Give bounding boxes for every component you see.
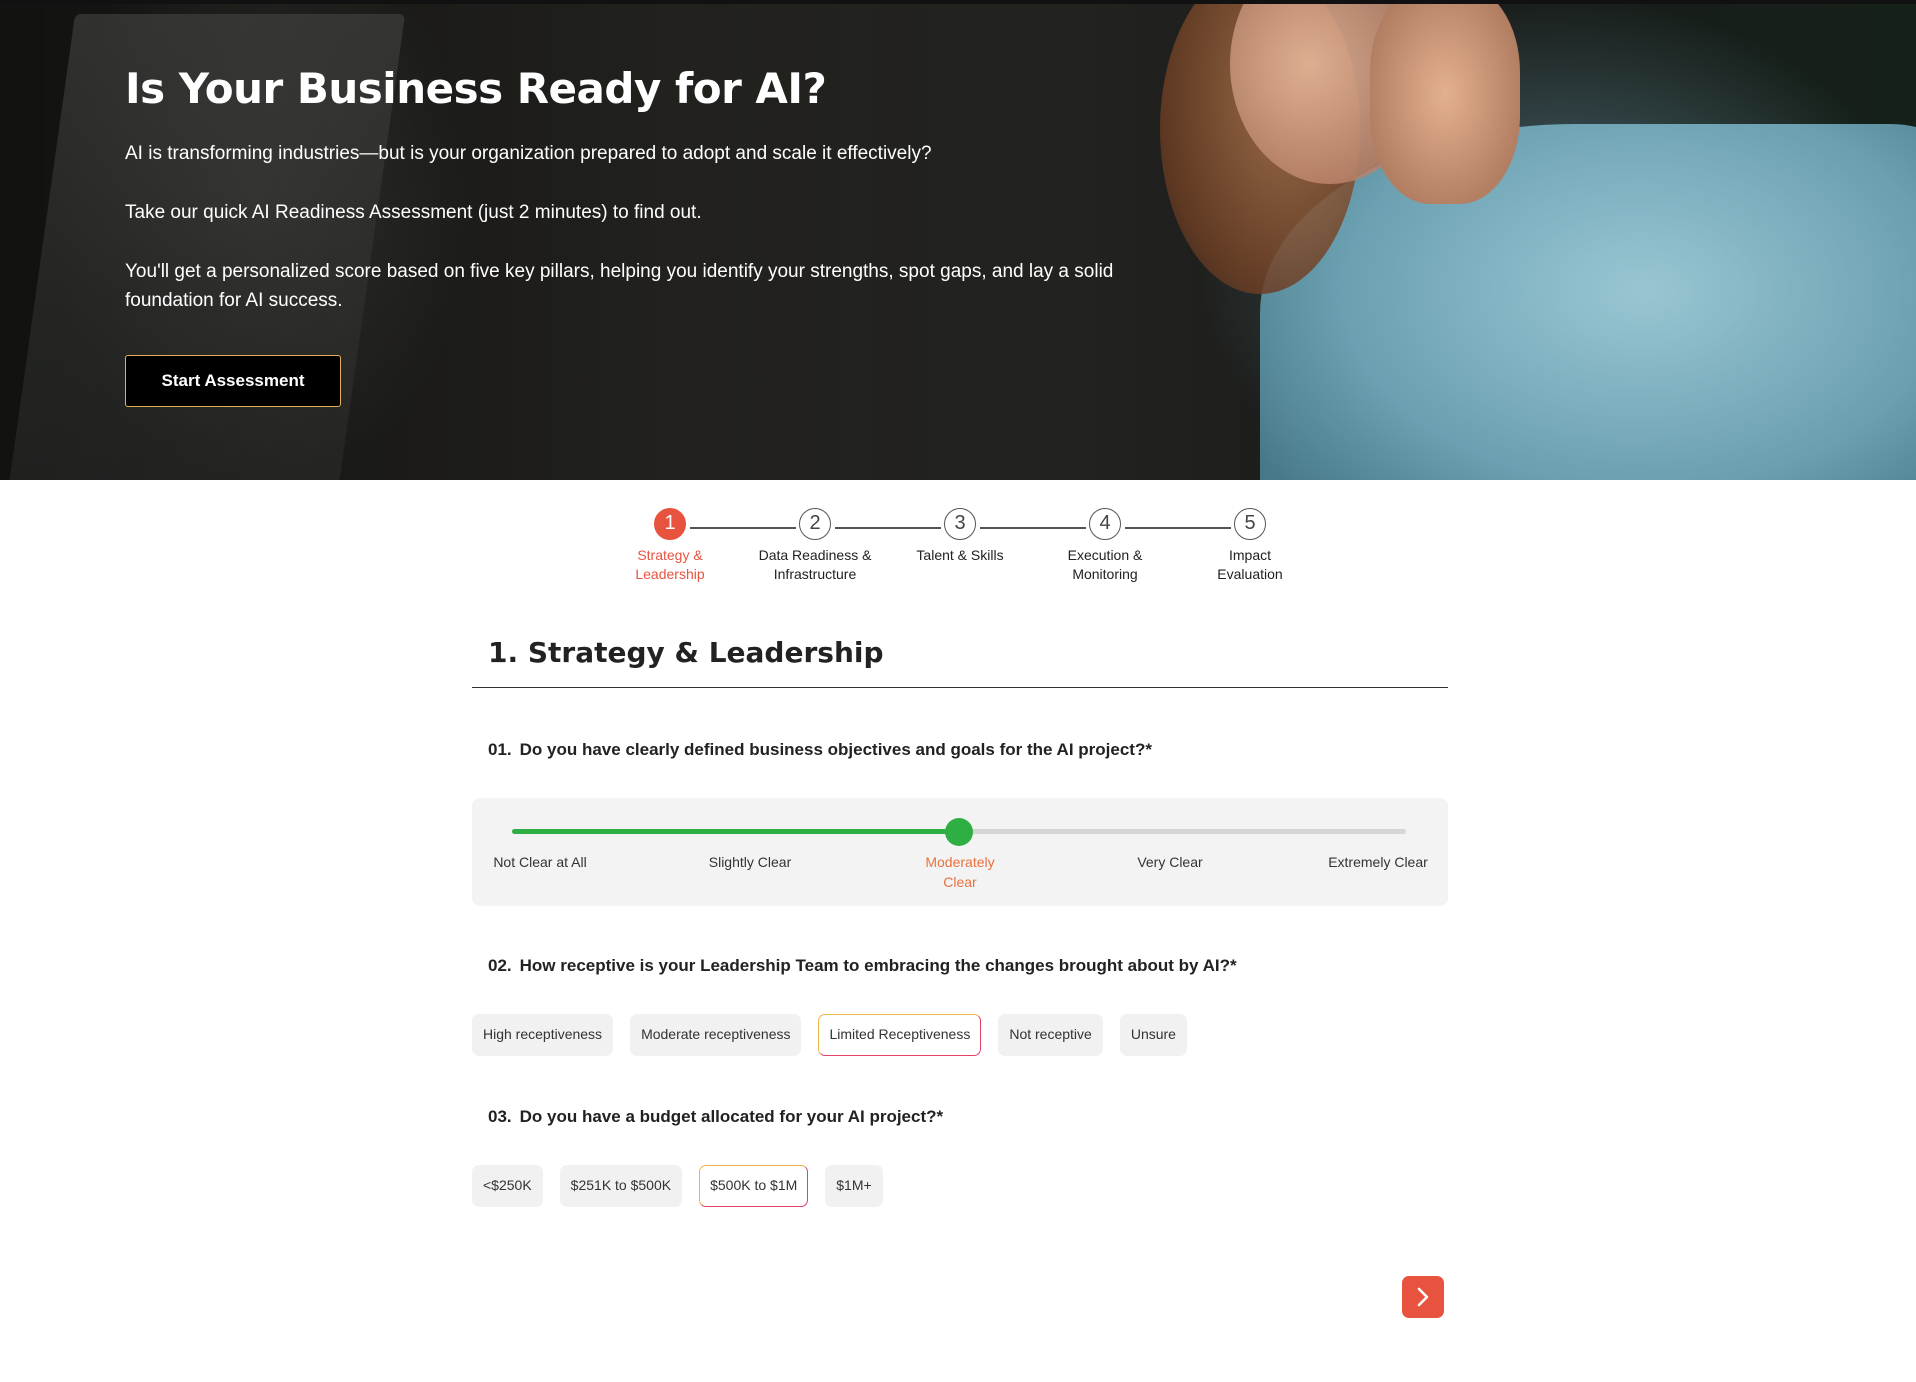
slider-track[interactable] (512, 818, 1406, 846)
scale-label-selected[interactable]: Moderately Clear (915, 852, 1005, 892)
slider-fill (512, 829, 959, 834)
step-number: 5 (1234, 508, 1266, 540)
clarity-slider-card: Not Clear at All Slightly Clear Moderate… (472, 798, 1448, 906)
step-impact-evaluation[interactable]: 5 Impact Evaluation (1190, 508, 1310, 584)
step-label: Impact Evaluation (1217, 547, 1283, 582)
option-limited-receptiveness[interactable]: Limited Receptiveness (818, 1014, 982, 1056)
step-strategy-leadership[interactable]: 1 Strategy & Leadership (610, 508, 730, 584)
scale-label[interactable]: Extremely Clear (1308, 852, 1448, 872)
option-high-receptiveness[interactable]: High receptiveness (472, 1014, 614, 1056)
option-not-receptive[interactable]: Not receptive (998, 1014, 1103, 1056)
question-3: 03. Do you have a budget allocated for yo… (472, 1107, 943, 1127)
section-title: 1. Strategy & Leadership (472, 630, 1448, 688)
step-execution-monitoring[interactable]: 4 Execution & Monitoring (1045, 508, 1165, 584)
question-text: Do you have a budget allocated for your … (519, 1107, 944, 1126)
step-label: Strategy & Leadership (635, 547, 705, 582)
option-500k-1m[interactable]: $500K to $1M (699, 1165, 809, 1207)
option-unsure[interactable]: Unsure (1119, 1014, 1187, 1056)
step-number: 4 (1089, 508, 1121, 540)
question-number: 01. (488, 740, 512, 759)
step-label: Data Readiness & Infrastructure (758, 547, 872, 582)
chevron-right-icon (1417, 1287, 1429, 1307)
next-button[interactable] (1402, 1276, 1444, 1318)
hero-score-text: You'll get a personalized score based on… (125, 261, 1114, 311)
question-2: 02. How receptive is your Leadership Team… (472, 956, 1237, 976)
question-number: 02. (488, 956, 512, 975)
scale-label[interactable]: Very Clear (1100, 852, 1240, 872)
hero-content: Is Your Business Ready for AI? AI is tra… (125, 64, 1185, 407)
receptiveness-options: High receptiveness Moderate receptivenes… (472, 1014, 1187, 1056)
hero-banner: Is Your Business Ready for AI? AI is tra… (0, 0, 1916, 480)
question-text: Do you have clearly defined business obj… (519, 740, 1152, 759)
hero-title: Is Your Business Ready for AI? (125, 64, 827, 113)
hero-duration-text: Take our quick AI Readiness Assessment (… (125, 202, 702, 223)
question-number: 03. (488, 1107, 512, 1126)
step-data-readiness[interactable]: 2 Data Readiness & Infrastructure (755, 508, 875, 584)
budget-options: <$250K $251K to $500K $500K to $1M $1M+ (472, 1165, 883, 1207)
question-1: 01. Do you have clearly defined business … (472, 740, 1152, 760)
start-assessment-button[interactable]: Start Assessment (125, 355, 341, 407)
step-label: Execution & Monitoring (1067, 547, 1143, 582)
step-label: Talent & Skills (916, 547, 1004, 563)
step-number: 1 (654, 508, 686, 540)
option-moderate-receptiveness[interactable]: Moderate receptiveness (630, 1014, 802, 1056)
assessment-form: 1. Strategy & Leadership 01. Do you have … (472, 630, 1448, 1207)
option-under-250k[interactable]: <$250K (472, 1165, 543, 1207)
slider-thumb[interactable] (945, 818, 973, 846)
scale-label[interactable]: Slightly Clear (680, 852, 820, 872)
hero-intro-text: AI is transforming industries—but is you… (125, 143, 932, 164)
step-talent-skills[interactable]: 3 Talent & Skills (900, 508, 1020, 565)
step-number: 2 (799, 508, 831, 540)
progress-stepper: 1 Strategy & Leadership 2 Data Readiness… (610, 508, 1330, 598)
option-1m-plus[interactable]: $1M+ (825, 1165, 883, 1207)
hero-background-hand (1370, 4, 1520, 204)
step-number: 3 (944, 508, 976, 540)
question-text: How receptive is your Leadership Team to… (519, 956, 1237, 975)
scale-label[interactable]: Not Clear at All (470, 852, 610, 872)
option-251k-500k[interactable]: $251K to $500K (559, 1165, 683, 1207)
